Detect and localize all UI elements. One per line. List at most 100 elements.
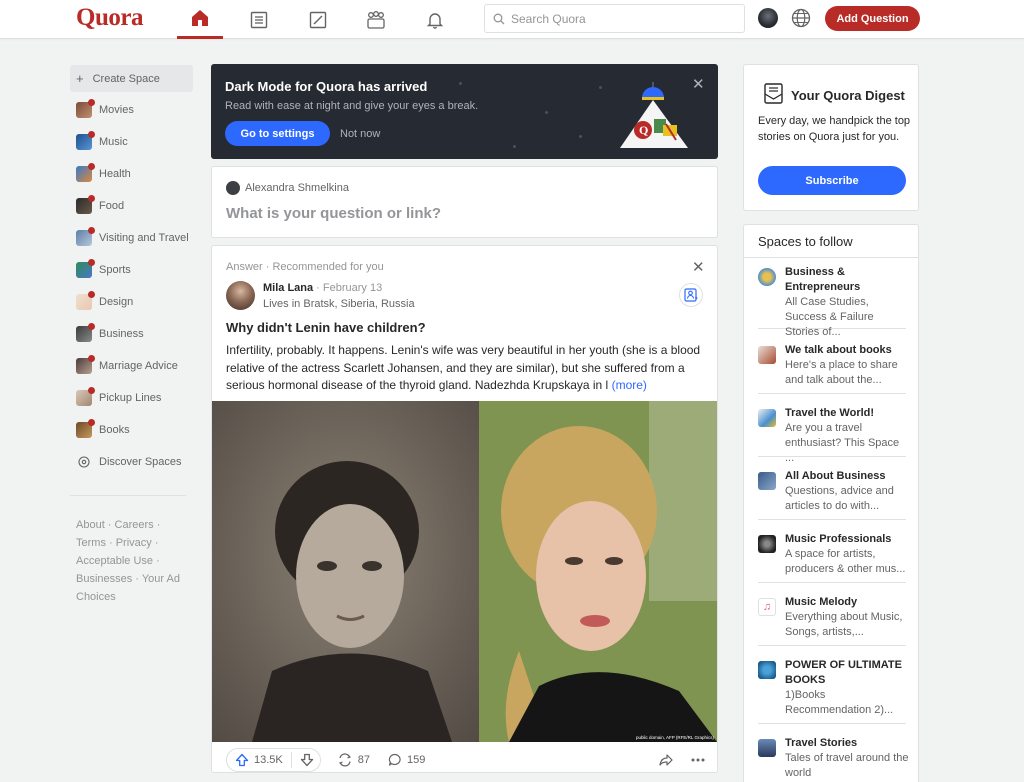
digest-description: Every day, we handpick the top stories o…	[758, 115, 911, 143]
author-name[interactable]: Mila Lana	[263, 282, 313, 294]
space-suggestion[interactable]: We talk about books Here's a place to sh…	[758, 343, 906, 394]
search-input[interactable]	[511, 11, 731, 26]
read-more-link[interactable]: (more)	[612, 378, 647, 392]
sidebar-item-label: Design	[99, 296, 134, 308]
go-to-settings-button[interactable]: Go to settings	[225, 121, 330, 146]
sidebar-item-label: Movies	[99, 104, 134, 116]
upvote-count: 13.5K	[254, 754, 283, 766]
answer-image[interactable]: public domain, AFP (RFE/RL Graphics)	[212, 401, 717, 742]
digest-title: Your Quora Digest	[791, 88, 905, 103]
nav-home-button[interactable]	[177, 0, 223, 39]
space-thumbnail	[758, 346, 776, 364]
left-sidebar: + Create Space Movies Music Health Food …	[70, 65, 193, 606]
actress-photo: public domain, AFP (RFE/RL Graphics)	[479, 401, 717, 742]
decor-dot	[579, 135, 582, 138]
search-box[interactable]	[484, 4, 745, 33]
vote-control: 13.5K	[226, 748, 321, 772]
close-icon: ✕	[692, 76, 705, 93]
space-suggestion[interactable]: Business & Entrepreneurs All Case Studie…	[758, 265, 906, 338]
sidebar-item-label: Business	[99, 328, 144, 340]
follow-author-button[interactable]	[679, 283, 703, 307]
post-meta: Answer · Recommended for you	[226, 261, 384, 273]
vote-divider	[290, 752, 292, 768]
sidebar-item-design[interactable]: Design	[70, 286, 193, 318]
quora-logo[interactable]: Quora	[76, 4, 143, 32]
post-date: · February 13	[313, 282, 383, 294]
space-name[interactable]: Music Melody	[785, 595, 910, 610]
more-options-button[interactable]	[690, 757, 706, 763]
space-suggestion[interactable]: ♫ Music Melody Everything about Music, S…	[758, 595, 906, 646]
decor-dot	[513, 145, 516, 148]
space-thumbnail	[758, 472, 776, 490]
downvote-button[interactable]	[300, 753, 314, 767]
author-avatar[interactable]	[226, 281, 255, 310]
answer-body[interactable]: Infertility, probably. It happens. Lenin…	[226, 342, 710, 395]
unread-dot	[88, 227, 95, 234]
nav-write-button[interactable]	[295, 0, 341, 39]
space-suggestion[interactable]: All About Business Questions, advice and…	[758, 469, 906, 520]
banner-title: Dark Mode for Quora has arrived	[225, 79, 428, 94]
question-title[interactable]: Why didn't Lenin have children?	[226, 320, 426, 335]
user-avatar	[226, 181, 240, 195]
sidebar-item-books[interactable]: Books	[70, 414, 193, 446]
home-icon	[192, 10, 208, 26]
comment-icon	[388, 753, 401, 766]
sidebar-item-marriage-advice[interactable]: Marriage Advice	[70, 350, 193, 382]
subscribe-button[interactable]: Subscribe	[758, 166, 906, 195]
comment-button[interactable]: 159	[388, 753, 425, 767]
not-now-button[interactable]: Not now	[340, 121, 380, 146]
decor-dot	[599, 86, 602, 89]
space-suggestion[interactable]: Music Professionals A space for artists,…	[758, 532, 906, 583]
create-space-button[interactable]: + Create Space	[70, 65, 193, 92]
post-dismiss-button[interactable]: ✕	[692, 258, 705, 276]
space-name[interactable]: POWER OF ULTIMATE BOOKS	[785, 658, 910, 688]
footer-links[interactable]: About · Careers · Terms · Privacy · Acce…	[70, 516, 188, 606]
sidebar-item-food[interactable]: Food	[70, 190, 193, 222]
sidebar-item-sports[interactable]: Sports	[70, 254, 193, 286]
space-suggestion[interactable]: POWER OF ULTIMATE BOOKS 1)Books Recommen…	[758, 658, 906, 724]
share-button[interactable]: 87	[337, 752, 370, 768]
upvote-button[interactable]: 13.5K	[235, 753, 283, 767]
banner-subtitle: Read with ease at night and give your ey…	[225, 100, 479, 112]
language-button[interactable]	[790, 7, 812, 32]
unread-dot	[88, 99, 95, 106]
sidebar-item-pickup-lines[interactable]: Pickup Lines	[70, 382, 193, 414]
share-arrow-icon	[659, 754, 673, 766]
plus-icon: +	[76, 71, 84, 86]
space-description: Here's a place to share and talk about t…	[785, 359, 898, 386]
space-thumbnail	[758, 268, 776, 286]
discover-spaces-label: Discover Spaces	[99, 456, 182, 468]
sidebar-item-business[interactable]: Business	[70, 318, 193, 350]
space-name[interactable]: Business & Entrepreneurs	[785, 265, 910, 295]
add-question-button[interactable]: Add Question	[825, 6, 920, 31]
nav-answer-button[interactable]	[236, 0, 282, 39]
space-name[interactable]: We talk about books	[785, 343, 910, 358]
space-name[interactable]: All About Business	[785, 469, 910, 484]
sidebar-item-music[interactable]: Music	[70, 126, 193, 158]
banner-close-button[interactable]: ✕	[692, 75, 705, 93]
share-count: 87	[357, 754, 370, 766]
space-suggestion[interactable]: Travel Stories Tales of travel around th…	[758, 736, 909, 782]
discover-spaces-button[interactable]: Discover Spaces	[70, 446, 193, 478]
space-suggestion[interactable]: Travel the World! Are you a travel enthu…	[758, 406, 906, 464]
space-description: All Case Studies, Success & Failure Stor…	[785, 296, 874, 338]
space-name[interactable]: Travel Stories	[785, 736, 910, 751]
movies-space-thumbnail	[76, 99, 95, 118]
profile-avatar-button[interactable]	[758, 8, 778, 28]
nav-notifications-button[interactable]	[412, 0, 458, 39]
spaces-to-follow-card: Spaces to follow Business & Entrepreneur…	[743, 224, 919, 782]
space-name[interactable]: Travel the World!	[785, 406, 910, 421]
nav-spaces-button[interactable]	[353, 0, 399, 39]
sidebar-item-visiting-and-travel[interactable]: Visiting and Travel	[70, 222, 193, 254]
ask-question-prompt[interactable]: What is your question or link?	[226, 205, 441, 222]
forward-share-button[interactable]	[658, 752, 674, 768]
design-space-thumbnail	[76, 291, 95, 310]
sidebar-item-label: Books	[99, 424, 130, 436]
sidebar-item-health[interactable]: Health	[70, 158, 193, 190]
sidebar-item-movies[interactable]: Movies	[70, 94, 193, 126]
space-name[interactable]: Music Professionals	[785, 532, 910, 547]
ask-question-box[interactable]: Alexandra Shmelkina What is your questio…	[211, 166, 718, 238]
business-space-thumbnail	[76, 323, 95, 342]
books-space-thumbnail	[76, 419, 95, 438]
spaces-heading: Spaces to follow	[744, 225, 918, 258]
